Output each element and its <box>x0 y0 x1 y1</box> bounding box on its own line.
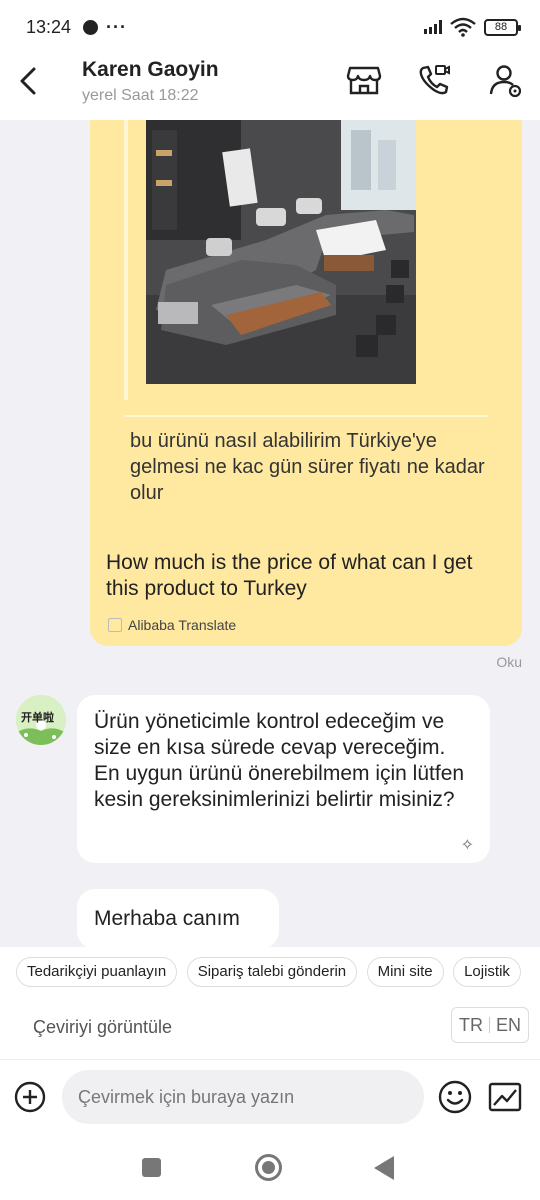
status-time: 13:24 <box>26 16 72 37</box>
message-input[interactable] <box>62 1070 424 1124</box>
chat-area[interactable]: bu ürünü nasıl alabilirim Türkiye'ye gel… <box>0 120 540 947</box>
chat-header: Karen Gaoyin yerel Saat 18:22 <box>0 54 540 120</box>
profile-icon[interactable] <box>488 62 524 98</box>
view-translation-toggle[interactable]: Çeviriyi görüntüle <box>33 1017 172 1038</box>
status-bar: 13:24 ··· 88 <box>0 0 540 54</box>
status-more: ··· <box>106 16 128 37</box>
received-message-bubble[interactable]: Ürün yöneticimle kontrol edeceğim ve siz… <box>77 695 490 863</box>
home-button[interactable] <box>255 1154 282 1181</box>
avatar[interactable]: 开单啦 <box>16 695 66 745</box>
wifi-icon <box>450 17 476 37</box>
lang-from: TR <box>458 1014 483 1035</box>
quick-reply-chip[interactable]: Lojistik <box>453 957 521 987</box>
translate-row: Çeviriyi görüntüle TR EN <box>0 997 540 1059</box>
status-right: 88 <box>424 17 521 37</box>
translate-credit-label: Alibaba Translate <box>128 617 237 633</box>
original-message-text: bu ürünü nasıl alabilirim Türkiye'ye gel… <box>130 430 485 504</box>
translate-icon <box>108 618 122 632</box>
system-nav-bar <box>0 1134 540 1200</box>
avatar-text: 开单啦 <box>21 712 54 724</box>
read-status: Oku <box>496 654 522 670</box>
received-message-text: Merhaba canım <box>94 907 240 930</box>
image-icon[interactable] <box>488 1082 522 1112</box>
nav-back-button[interactable] <box>374 1156 394 1180</box>
lang-separator <box>488 1017 490 1033</box>
product-image[interactable] <box>146 120 416 384</box>
video-call-icon[interactable] <box>416 62 452 98</box>
ai-sparkle-icon[interactable]: ✧ <box>461 835 474 855</box>
translate-credit: Alibaba Translate <box>108 617 236 633</box>
lang-to: EN <box>495 1014 521 1035</box>
notification-dot-icon <box>83 19 99 35</box>
message-input-bar <box>0 1059 540 1134</box>
received-message-text: Ürün yöneticimle kontrol edeceğim ve siz… <box>94 710 465 811</box>
battery-icon: 88 <box>484 18 521 36</box>
quote-divider <box>124 415 488 417</box>
quick-reply-chip[interactable]: Sipariş talebi gönderin <box>186 957 358 987</box>
translated-message-text: How much is the price of what can I get … <box>106 551 473 600</box>
recent-apps-button[interactable] <box>142 1158 161 1177</box>
signal-icon <box>424 20 442 34</box>
back-arrow-icon[interactable] <box>14 64 42 98</box>
quick-reply-bar: Tedarikçiyi puanlayın Sipariş talebi gön… <box>0 947 540 997</box>
add-icon[interactable] <box>14 1081 46 1113</box>
received-message-bubble[interactable]: Merhaba canım <box>77 889 279 947</box>
local-time: yerel Saat 18:22 <box>82 87 199 104</box>
language-switch[interactable]: TR EN <box>451 1007 529 1043</box>
contact-name[interactable]: Karen Gaoyin <box>82 58 219 82</box>
store-icon[interactable] <box>346 62 382 98</box>
emoji-icon[interactable] <box>438 1080 472 1114</box>
quick-reply-chip[interactable]: Mini site <box>366 957 444 987</box>
quote-bar <box>124 120 128 400</box>
quick-reply-chip[interactable]: Tedarikçiyi puanlayın <box>16 957 178 987</box>
